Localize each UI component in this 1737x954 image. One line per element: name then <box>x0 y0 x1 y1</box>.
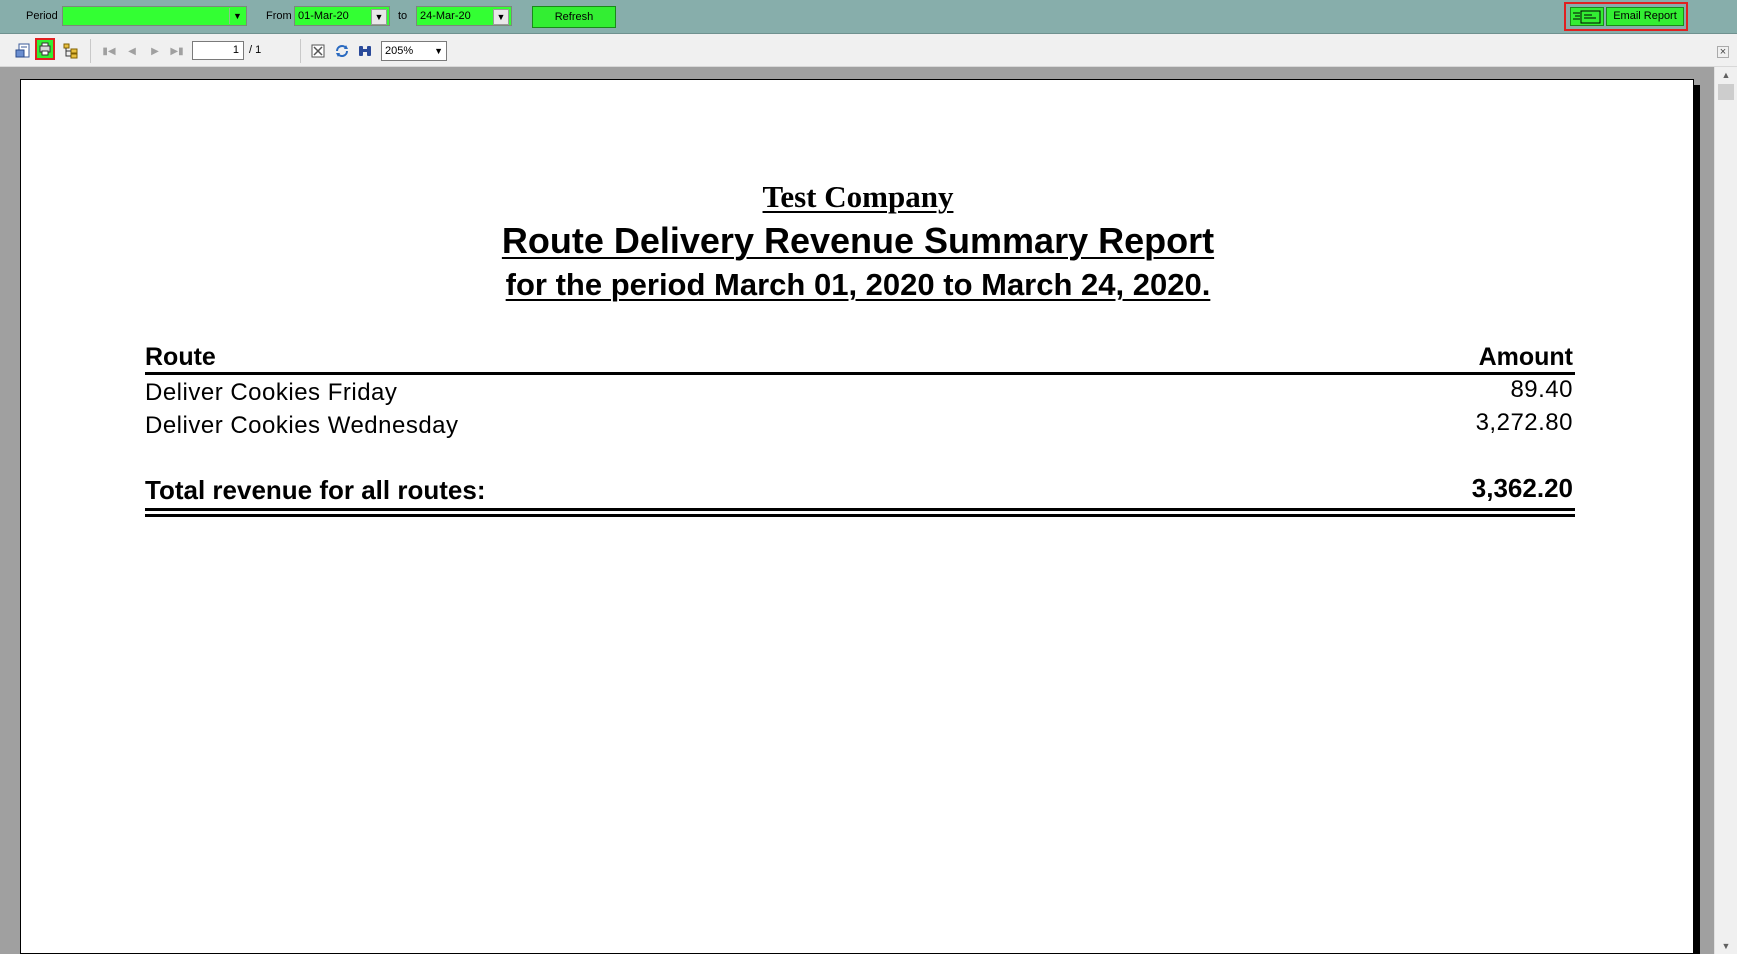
from-date-picker[interactable]: 01-Mar-20 ▼ <box>294 6 390 26</box>
report-period: for the period March 01, 2020 to March 2… <box>505 267 1211 302</box>
company-name: Test Company <box>762 179 954 214</box>
from-label: From <box>266 10 292 22</box>
toolbar-separator <box>90 39 91 63</box>
refresh-icon[interactable] <box>333 42 351 60</box>
scroll-up-icon[interactable]: ▲ <box>1719 68 1733 82</box>
close-icon[interactable]: × <box>1717 46 1729 58</box>
total-double-line-top <box>145 508 1575 511</box>
zoom-value: 205% <box>385 45 414 57</box>
chevron-down-icon[interactable]: ▼ <box>229 8 245 24</box>
period-select[interactable]: ▼ <box>62 6 247 26</box>
chevron-down-icon[interactable]: ▼ <box>434 42 443 60</box>
table-row-route: Deliver Cookies Wednesday <box>145 412 459 439</box>
to-date-value: 24-Mar-20 <box>420 10 471 22</box>
scroll-thumb[interactable] <box>1718 84 1734 100</box>
email-icon[interactable] <box>1570 7 1604 26</box>
table-row-amount: 3,272.80 <box>1475 409 1573 436</box>
next-page-icon[interactable]: ▶ <box>146 42 164 60</box>
to-label: to <box>398 10 408 22</box>
vertical-scrollbar[interactable]: ▲ ▼ <box>1714 67 1737 954</box>
to-date-picker[interactable]: 24-Mar-20 ▼ <box>416 6 512 26</box>
total-double-line-bottom <box>145 514 1575 517</box>
zoom-select[interactable]: 205% ▼ <box>381 41 447 61</box>
scroll-down-icon[interactable]: ▼ <box>1719 939 1733 953</box>
chevron-down-icon[interactable]: ▼ <box>371 9 387 25</box>
print-icon[interactable] <box>35 38 55 60</box>
report-viewer: Test Company Route Delivery Revenue Summ… <box>0 67 1714 954</box>
viewer-toolbar: ▮◀ ◀ ▶ ▶▮ 1 / 1 205% ▼ × <box>0 34 1737 67</box>
refresh-button[interactable]: Refresh <box>532 6 616 28</box>
filter-bar: Period ▼ From 01-Mar-20 ▼ to 24-Mar-20 ▼… <box>0 0 1737 34</box>
last-page-icon[interactable]: ▶▮ <box>168 42 186 60</box>
header-underline <box>145 372 1575 375</box>
page-number-input[interactable]: 1 <box>192 41 244 60</box>
total-amount: 3,362.20 <box>1471 473 1573 503</box>
page-shadow <box>1694 85 1700 954</box>
stop-icon[interactable] <box>309 42 327 60</box>
table-row-route: Deliver Cookies Friday <box>145 379 398 406</box>
chevron-down-icon[interactable]: ▼ <box>493 9 509 25</box>
email-report-button[interactable]: Email Report <box>1606 7 1684 26</box>
page-total: / 1 <box>249 44 262 56</box>
route-column-header: Route <box>145 343 216 371</box>
previous-page-icon[interactable]: ◀ <box>123 42 141 60</box>
table-row-amount: 89.40 <box>1510 376 1573 403</box>
export-icon[interactable] <box>14 42 32 60</box>
report-title: Route Delivery Revenue Summary Report <box>501 220 1215 261</box>
group-tree-icon[interactable] <box>62 42 80 60</box>
period-label: Period <box>26 10 58 22</box>
first-page-icon[interactable]: ▮◀ <box>100 42 118 60</box>
amount-column-header: Amount <box>1478 343 1573 371</box>
total-label: Total revenue for all routes: <box>145 475 486 505</box>
report-page: Test Company Route Delivery Revenue Summ… <box>20 79 1694 954</box>
from-date-value: 01-Mar-20 <box>298 10 349 22</box>
toolbar-separator <box>300 39 301 63</box>
email-report-group: Email Report <box>1564 2 1688 31</box>
search-icon[interactable] <box>356 42 374 60</box>
